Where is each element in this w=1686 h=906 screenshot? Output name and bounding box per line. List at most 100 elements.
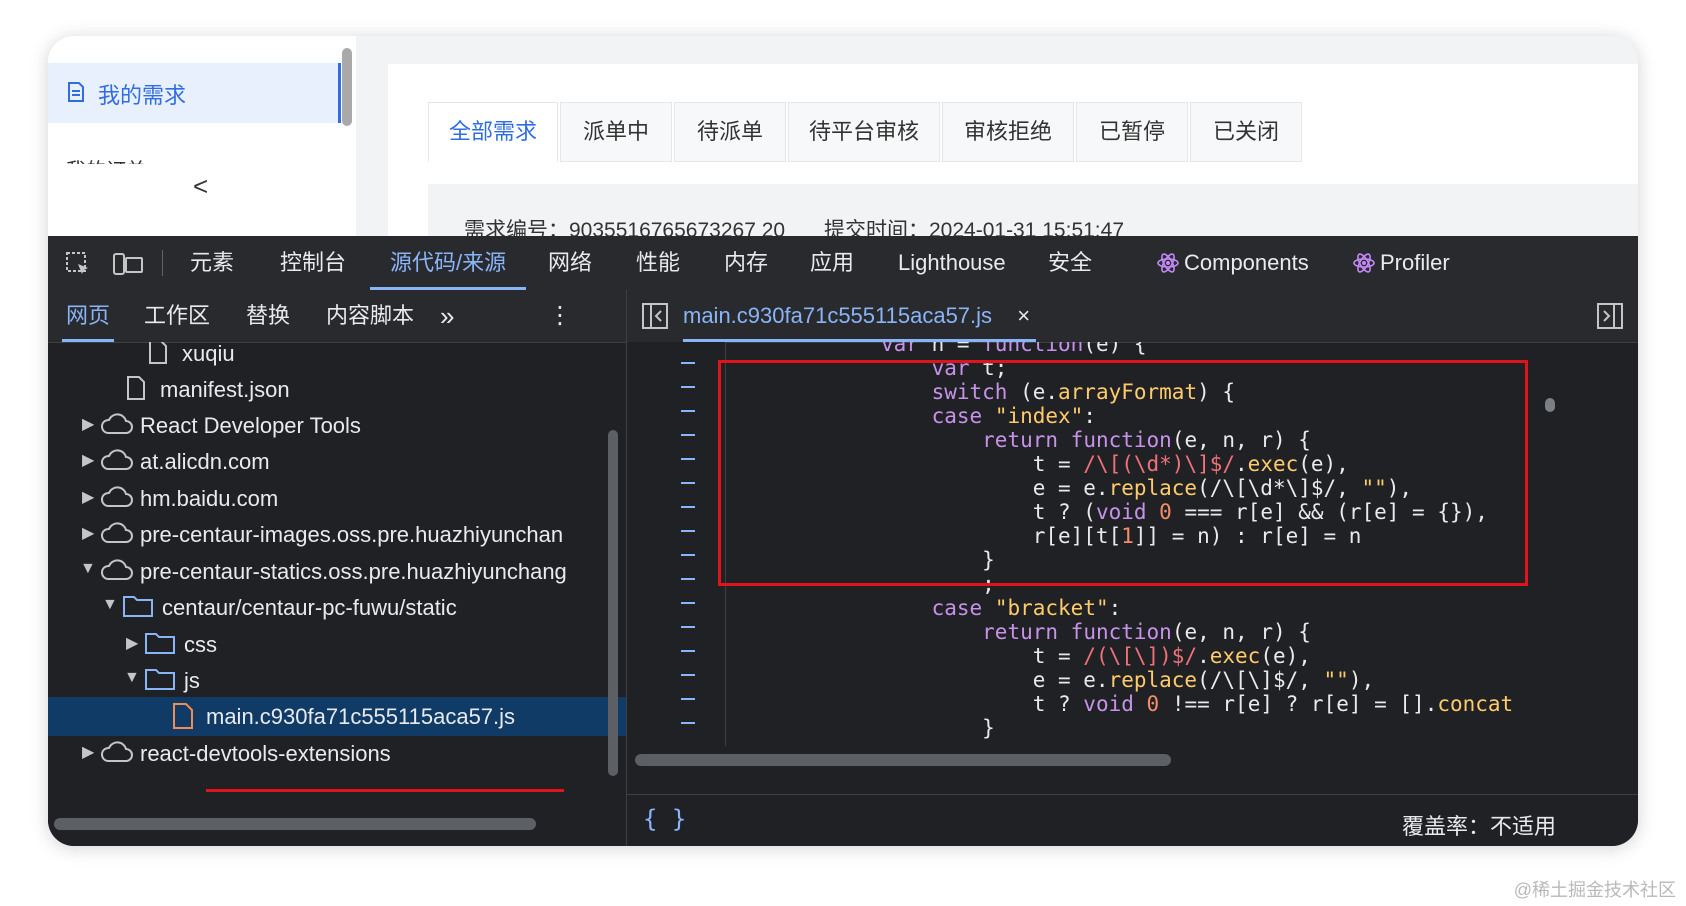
collapse-sidebar-button[interactable]: < <box>193 171 208 202</box>
tab-dispatching[interactable]: 派单中 <box>560 102 672 162</box>
tree-item[interactable]: ▶ at.alicdn.com <box>48 442 626 481</box>
coverage-marker <box>681 698 695 700</box>
code-editor[interactable]: var n = function(e) { var t; switch (e.a… <box>627 342 1638 746</box>
coverage-marker <box>681 386 695 388</box>
tab-all-demands[interactable]: 全部需求 <box>428 102 558 162</box>
close-tab-icon[interactable]: × <box>1017 290 1030 342</box>
more-options-icon[interactable]: ⋮ <box>548 290 572 342</box>
tree-item[interactable]: ▶ React Developer Tools <box>48 406 626 445</box>
expand-arrow-icon[interactable]: ▶ <box>82 414 94 434</box>
collapse-arrow-icon[interactable]: ▼ <box>102 596 118 614</box>
cloud-icon <box>100 447 134 479</box>
coverage-marker <box>681 602 695 604</box>
tab-content-scripts[interactable]: 内容脚本 <box>326 290 414 342</box>
expand-arrow-icon[interactable]: ▶ <box>82 487 94 507</box>
tree-item-label: manifest.json <box>160 377 290 402</box>
coverage-marker <box>681 722 695 724</box>
tab-review-rejected[interactable]: 审核拒绝 <box>942 102 1074 162</box>
folder-icon <box>144 666 176 698</box>
tab-closed[interactable]: 已关闭 <box>1190 102 1302 162</box>
coverage-marker <box>681 530 695 532</box>
tree-item-label: css <box>184 632 217 657</box>
tree-vertical-scrollbar[interactable] <box>608 430 618 776</box>
tab-page[interactable]: 网页 <box>62 290 115 342</box>
web-app: 我的需求 我的订单 < 全部需求 派单中 待派单 待平台审核 审核拒绝 已暂停 … <box>48 36 1638 264</box>
tree-item-label: xuqiu <box>182 342 235 366</box>
expand-arrow-icon[interactable]: ▶ <box>82 523 94 543</box>
tree-item[interactable]: ▼ pre-centaur-statics.oss.pre.huazhiyunc… <box>48 552 626 591</box>
open-file-tab[interactable]: main.c930fa71c555115aca57.js × <box>683 290 1037 342</box>
collapse-arrow-icon[interactable]: ▼ <box>80 560 96 578</box>
tree-item-label: pre-centaur-statics.oss.pre.huazhiyuncha… <box>140 559 567 584</box>
expand-arrow-icon[interactable]: ▶ <box>126 633 138 653</box>
tab-application[interactable]: 应用 <box>810 236 854 290</box>
coverage-marker <box>681 458 695 460</box>
tree-item[interactable]: ▼ centaur/centaur-pc-fuwu/static <box>48 588 626 627</box>
devtools-toolbar: 元素 控制台 源代码/来源 网络 性能 内存 应用 Lighthouse 安全 … <box>48 236 1638 291</box>
cloud-icon <box>100 484 134 516</box>
tab-elements[interactable]: 元素 <box>190 236 234 290</box>
tab-memory[interactable]: 内存 <box>724 236 768 290</box>
selected-file-underline-annotation <box>206 789 564 792</box>
tab-profiler[interactable]: Profiler <box>1380 236 1450 290</box>
tree-item-label: js <box>184 668 200 693</box>
more-tabs-chevron-icon[interactable]: » <box>440 290 454 342</box>
sidebar-item-my-demands[interactable]: 我的需求 <box>48 63 341 123</box>
react-icon <box>1156 251 1180 280</box>
tree-item[interactable]: xuqiu <box>48 342 626 373</box>
device-toolbar-icon[interactable] <box>112 250 144 283</box>
tab-network[interactable]: 网络 <box>548 236 592 290</box>
cloud-icon <box>100 411 134 443</box>
toolbar-divider <box>162 250 163 276</box>
toggle-debugger-icon[interactable] <box>1596 302 1624 335</box>
tree-item[interactable]: ▶ react-devtools-extensions <box>48 734 626 773</box>
sidebar-item-partial[interactable]: 我的订单 <box>66 154 266 164</box>
tree-item-label: centaur/centaur-pc-fuwu/static <box>162 595 457 620</box>
tree-item[interactable]: manifest.json <box>48 370 626 409</box>
inspect-element-icon[interactable] <box>64 250 92 283</box>
tree-item[interactable]: ▶ hm.baidu.com <box>48 479 626 518</box>
tab-platform-review[interactable]: 待平台审核 <box>788 102 940 162</box>
app-content: 全部需求 派单中 待派单 待平台审核 审核拒绝 已暂停 已关闭 需求编号：903… <box>388 64 1638 264</box>
coverage-marker <box>681 434 695 436</box>
devtools-panel: 元素 控制台 源代码/来源 网络 性能 内存 应用 Lighthouse 安全 … <box>48 236 1638 846</box>
pretty-print-button[interactable]: { } <box>643 805 686 833</box>
code-line: t ? void 0 !== r[e] ? r[e] = [].concat <box>881 692 1514 716</box>
tab-performance[interactable]: 性能 <box>636 236 680 290</box>
coverage-marker <box>681 362 695 364</box>
collapse-arrow-icon[interactable]: ▼ <box>124 669 140 687</box>
tab-paused[interactable]: 已暂停 <box>1076 102 1188 162</box>
editor-horizontal-scrollbar[interactable] <box>635 754 1171 766</box>
sidebar-scrollbar[interactable] <box>342 48 352 126</box>
toggle-navigator-icon[interactable] <box>641 302 669 335</box>
expand-arrow-icon[interactable]: ▶ <box>82 450 94 470</box>
tab-security[interactable]: 安全 <box>1048 236 1092 290</box>
editor-status-bar: { } 覆盖率：不适用 <box>627 794 1638 846</box>
tree-item-label: main.c930fa71c555115aca57.js <box>206 704 516 729</box>
tab-components[interactable]: Components <box>1184 236 1309 290</box>
tab-pending-dispatch[interactable]: 待派单 <box>674 102 786 162</box>
watermark: @稀土掘金技术社区 <box>1513 880 1676 900</box>
coverage-status: 覆盖率：不适用 <box>1401 814 1556 839</box>
tab-lighthouse[interactable]: Lighthouse <box>898 236 1006 290</box>
file-tree: xuqiu manifest.json ▶ React Developer To… <box>48 342 626 792</box>
tree-item[interactable]: ▶ pre-centaur-images.oss.pre.huazhiyunch… <box>48 515 626 554</box>
tree-item[interactable]: ▶ css <box>48 625 626 664</box>
tab-workspace[interactable]: 工作区 <box>144 290 210 342</box>
tree-horizontal-scrollbar[interactable] <box>54 818 536 830</box>
tree-item[interactable]: ▼ js <box>48 661 626 700</box>
coverage-marker <box>681 578 695 580</box>
tab-sources[interactable]: 源代码/来源 <box>370 236 527 290</box>
expand-arrow-icon[interactable]: ▶ <box>82 742 94 762</box>
editor-vertical-scrollbar[interactable] <box>1545 398 1555 412</box>
cloud-icon <box>100 739 134 771</box>
navigator-tabs: 网页 工作区 替换 内容脚本 » ⋮ <box>48 290 626 343</box>
tab-console[interactable]: 控制台 <box>280 236 346 290</box>
coverage-marker <box>681 506 695 508</box>
code-line: e = e.replace(/\[\]$/, ""), <box>881 668 1375 692</box>
tree-item-selected[interactable]: main.c930fa71c555115aca57.js <box>48 697 626 736</box>
react-icon <box>1352 251 1376 280</box>
coverage-marker <box>681 674 695 676</box>
tab-overrides[interactable]: 替换 <box>246 290 290 342</box>
code-line: return function(e, n, r) { <box>982 620 1311 644</box>
